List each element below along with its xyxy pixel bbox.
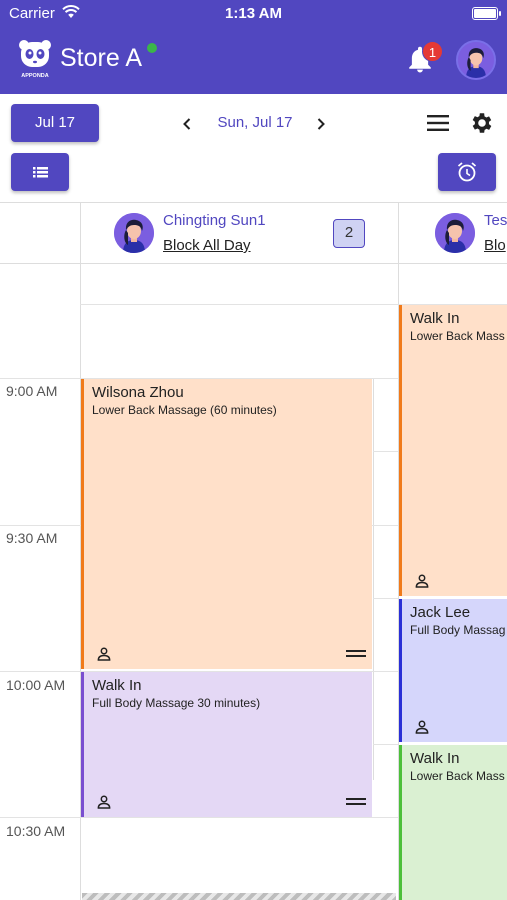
list-icon <box>33 167 48 178</box>
appointment-client: Walk In <box>92 677 142 694</box>
status-bar: Carrier 1:13 AM <box>0 0 507 28</box>
appointment-client: Walk In <box>410 750 460 767</box>
appointment-card[interactable]: Walk In Lower Back Mass <box>399 745 507 900</box>
staff-name[interactable]: Tes <box>484 212 507 229</box>
appointment-client: Wilsona Zhou <box>92 384 184 401</box>
gear-icon[interactable] <box>469 110 495 136</box>
drag-handle-icon[interactable] <box>346 650 366 658</box>
online-status-dot <box>146 42 158 54</box>
staff-avatar <box>435 213 475 253</box>
apponda-logo: APPONDA <box>19 40 51 79</box>
appointment-service: Lower Back Mass <box>410 329 505 343</box>
time-label: 10:00 AM <box>6 677 66 693</box>
time-label: 9:30 AM <box>6 530 58 546</box>
appointment-card[interactable]: Jack Lee Full Body Massag <box>399 599 507 742</box>
notification-badge: 1 <box>422 41 443 62</box>
grid-line <box>0 817 398 818</box>
svg-text:APPONDA: APPONDA <box>21 73 49 79</box>
appointment-service: Lower Back Mass <box>410 769 505 783</box>
person-icon <box>415 720 429 734</box>
blocked-time-hatch <box>82 893 396 900</box>
store-name[interactable]: Store A <box>60 44 142 73</box>
person-icon <box>97 647 111 661</box>
appointment-service: Full Body Massag <box>410 623 506 637</box>
grid-line <box>373 744 398 745</box>
date-picker-button[interactable]: Jul 17 <box>11 104 99 142</box>
time-label: 9:00 AM <box>6 383 58 399</box>
grid-line <box>373 598 398 599</box>
app-header: Carrier 1:13 AM APPONDA Store A 1 <box>0 0 507 94</box>
calendar-grid: 9:00 AM 9:30 AM 10:00 AM 10:30 AM Chingt… <box>0 202 507 900</box>
list-view-button[interactable] <box>11 153 69 191</box>
staff-name[interactable]: Chingting Sun1 <box>163 212 266 229</box>
status-time: 1:13 AM <box>225 5 282 22</box>
appointment-card[interactable]: Walk In Lower Back Mass <box>399 305 507 596</box>
appointment-service: Full Body Massage 30 minutes) <box>92 696 261 710</box>
appointment-card[interactable]: Wilsona Zhou Lower Back Massage (60 minu… <box>81 379 372 669</box>
column-divider <box>373 378 374 780</box>
alarm-clock-icon <box>457 162 477 182</box>
current-date-label: Sun, Jul 17 <box>217 114 293 131</box>
person-icon <box>97 795 111 809</box>
chevron-right-icon[interactable] <box>311 112 331 136</box>
person-icon <box>415 574 429 588</box>
staff-header-divider <box>0 263 507 264</box>
appointment-count-badge[interactable]: 2 <box>333 219 365 248</box>
drag-handle-icon[interactable] <box>346 798 366 806</box>
grid-line <box>373 451 398 452</box>
time-label: 10:30 AM <box>6 823 66 839</box>
appointment-card[interactable]: Walk In Full Body Massage 30 minutes) <box>81 672 372 817</box>
avatar[interactable] <box>456 40 496 80</box>
alarm-button[interactable] <box>438 153 496 191</box>
block-all-day-link[interactable]: Block All Day <box>163 237 251 254</box>
appointment-client: Jack Lee <box>410 604 471 621</box>
battery-icon <box>472 7 501 20</box>
appointment-service: Lower Back Massage (60 minutes) <box>92 403 277 417</box>
menu-icon[interactable] <box>426 113 450 133</box>
staff-avatar <box>114 213 154 253</box>
chevron-left-icon[interactable] <box>177 112 197 136</box>
appointment-client: Walk In <box>410 310 460 327</box>
block-all-day-link[interactable]: Blo <box>484 237 506 254</box>
